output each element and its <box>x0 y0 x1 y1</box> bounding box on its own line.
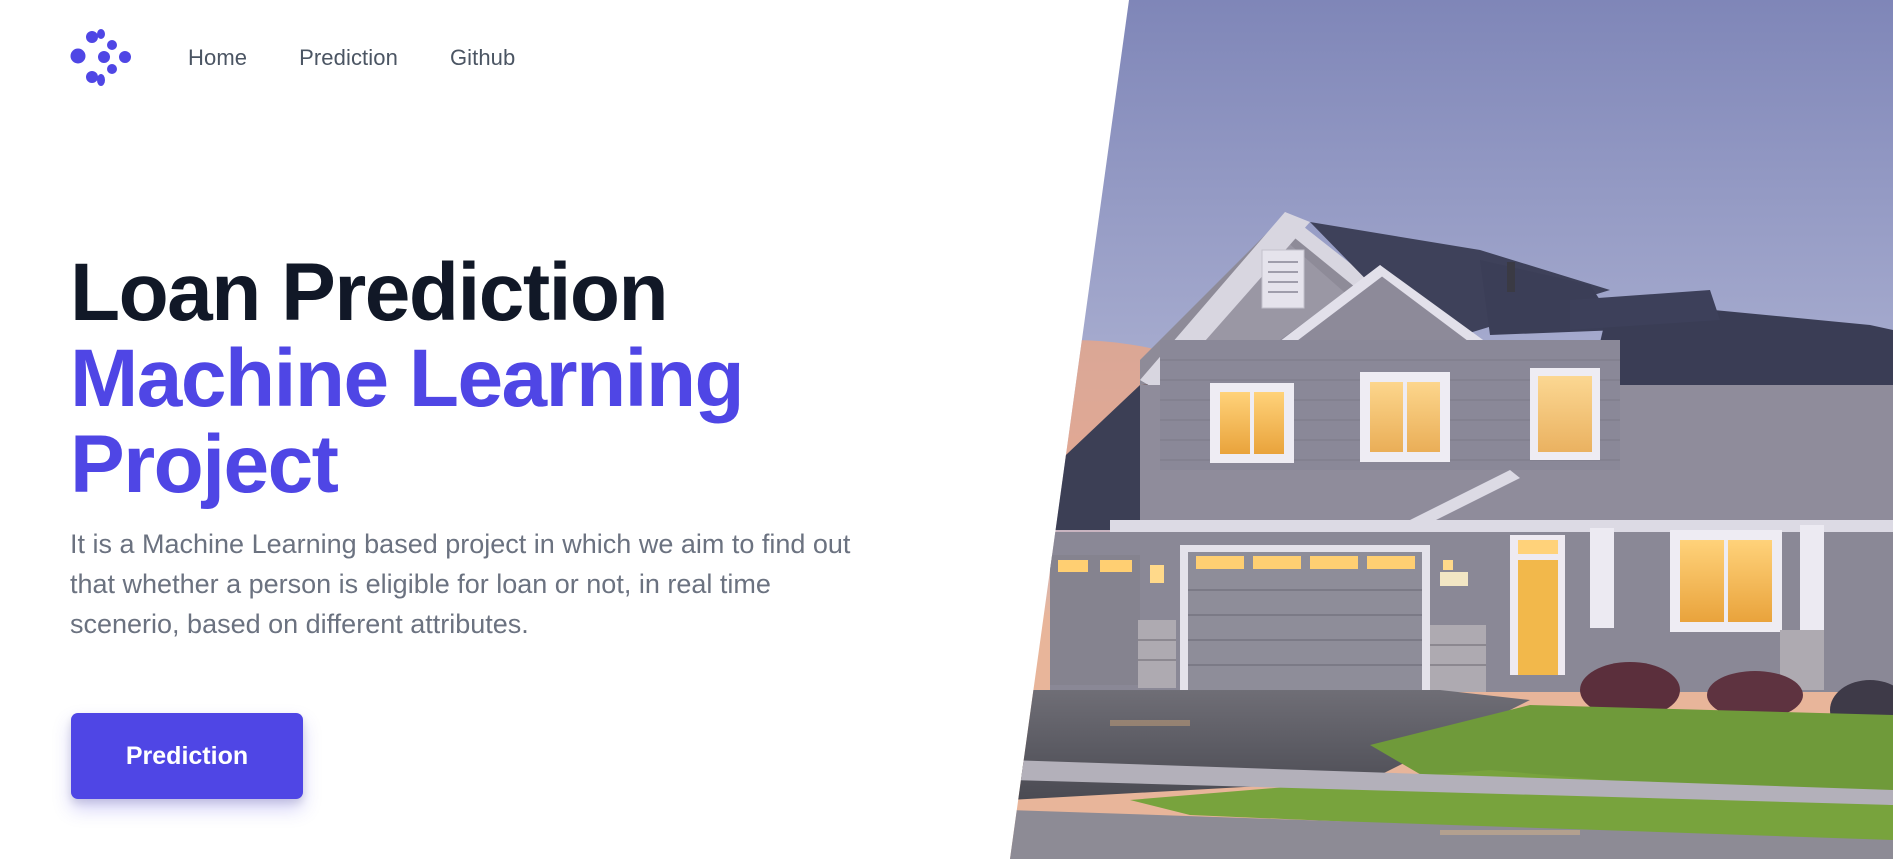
dots-logo-icon[interactable] <box>70 29 132 87</box>
nav-github-link[interactable]: Github <box>450 45 515 71</box>
hero-section: Loan Prediction Machine Learning Project… <box>70 250 910 644</box>
hero-title: Loan Prediction <box>70 247 669 338</box>
hero-accent-line-1: Machine Learning <box>70 333 745 424</box>
hero-headline: Loan Prediction Machine Learning Project <box>70 250 910 508</box>
top-nav: Home Prediction Github <box>70 28 567 88</box>
hero-accent-line-2: Project <box>70 419 339 510</box>
nav-home-link[interactable]: Home <box>188 45 247 71</box>
prediction-button[interactable]: Prediction <box>71 713 303 799</box>
house-image <box>1010 0 1893 859</box>
landing-page: Home Prediction Github Loan Prediction M… <box>0 0 1893 859</box>
hero-description: It is a Machine Learning based project i… <box>70 529 851 639</box>
nav-prediction-link[interactable]: Prediction <box>299 45 398 71</box>
